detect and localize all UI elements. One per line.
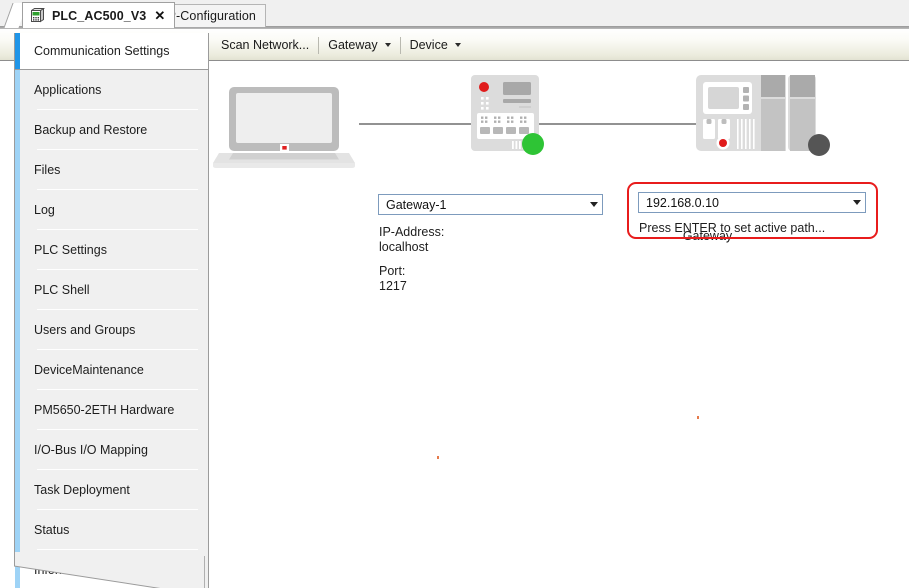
sidebar-item-accent <box>15 310 20 350</box>
sidebar-item-accent <box>15 150 20 190</box>
gateway-select[interactable]: Gateway-1 <box>378 194 603 215</box>
sidebar-item-accent <box>15 230 20 270</box>
gateway-menu-button[interactable]: Gateway <box>320 33 398 57</box>
plc-communication-settings-window: PLC_AC500_V3 ✕ IP-Configuration Scan Net… <box>0 0 909 588</box>
communication-settings-panel: Gateway Gateway-1 IP-Address: localhost … <box>209 61 909 588</box>
sidebar-item-plc-settings[interactable]: PLC Settings <box>15 230 208 270</box>
sidebar-item-label: Task Deployment <box>34 483 130 497</box>
tab-label: IP-Configuration <box>164 9 256 23</box>
sidebar-item-label: Log <box>34 203 55 217</box>
active-path-hint: Press ENTER to set active path... <box>639 221 826 235</box>
render-artifact <box>697 416 699 419</box>
device-status-indicator <box>808 134 830 156</box>
sidebar-content-divider-lower <box>204 556 205 588</box>
toolbar-label: Device <box>409 38 448 52</box>
device-menu-button[interactable]: Device <box>402 33 469 57</box>
port-label: Port: <box>379 264 406 278</box>
toolbar-separator <box>318 36 320 54</box>
sidebar-item-plc-shell[interactable]: PLC Shell <box>15 270 208 310</box>
sidebar-item-users-and-groups[interactable]: Users and Groups <box>15 310 208 350</box>
sidebar-item-accent <box>15 270 20 310</box>
sidebar-item-status[interactable]: Status <box>15 510 208 550</box>
sidebar-item-accent <box>15 33 20 69</box>
sidebar-item-label: Backup and Restore <box>34 123 148 137</box>
laptop-icon <box>213 87 355 168</box>
plc-controller-icon <box>696 75 830 156</box>
sidebar-item-label: Applications <box>34 83 102 97</box>
sidebar-item-label: Status <box>34 523 70 537</box>
port-value: 1217 <box>379 279 407 293</box>
toolbar-separator <box>399 36 401 54</box>
sidebar-item-label: DeviceMaintenance <box>34 363 144 377</box>
scan-network-button[interactable]: Scan Network... <box>213 33 317 57</box>
chevron-down-icon[interactable] <box>585 202 602 207</box>
sidebar-item-backup-and-restore[interactable]: Backup and Restore <box>15 110 208 150</box>
sidebar-item-label: PLC Settings <box>34 243 107 257</box>
gateway-port-info: Port: 1217 <box>379 264 407 294</box>
gateway-select-value: Gateway-1 <box>386 197 447 212</box>
sidebar-item-pm5650-2eth-hardware[interactable]: PM5650-2ETH Hardware <box>15 390 208 430</box>
editor-tab-strip: PLC_AC500_V3 ✕ IP-Configuration <box>0 0 909 28</box>
sidebar-item-label: Communication Settings <box>34 44 170 58</box>
gateway-status-indicator <box>522 133 544 155</box>
sidebar-item-accent <box>15 430 20 470</box>
chevron-down-icon <box>384 43 391 47</box>
tab-label: PLC_AC500_V3 <box>52 8 147 23</box>
plc-device-icon <box>29 7 46 23</box>
sidebar-item-files[interactable]: Files <box>15 150 208 190</box>
sidebar-item-label: Users and Groups <box>34 323 136 337</box>
sidebar-item-label: I/O-Bus I/O Mapping <box>34 443 148 457</box>
network-topology-diagram <box>209 61 909 186</box>
chevron-down-icon[interactable] <box>848 200 865 205</box>
sidebar-item-label: PLC Shell <box>34 283 90 297</box>
gateway-device-icon <box>471 75 544 155</box>
sidebar-item-i-o-bus-i-o-mapping[interactable]: I/O-Bus I/O Mapping <box>15 430 208 470</box>
sidebar-item-log[interactable]: Log <box>15 190 208 230</box>
sidebar-item-label: PM5650-2ETH Hardware <box>34 403 175 417</box>
gateway-ip-info: IP-Address: localhost <box>379 225 444 255</box>
sidebar-item-accent <box>15 510 20 550</box>
sidebar-bottom-fold <box>14 552 210 588</box>
sidebar-item-accent <box>15 70 20 110</box>
ip-address-label: IP-Address: <box>379 225 445 239</box>
toolbar-button-group: Scan Network... Gateway Device <box>213 29 469 61</box>
sidebar-item-devicemaintenance[interactable]: DeviceMaintenance <box>15 350 208 390</box>
device-address-value: 192.168.0.10 <box>646 195 719 210</box>
toolbar-label: Gateway <box>328 38 378 52</box>
toolbar-label: Scan Network... <box>221 38 310 52</box>
ip-address-value: localhost <box>379 240 429 254</box>
sidebar-item-label: Files <box>34 163 61 177</box>
sidebar-item-accent <box>15 190 20 230</box>
device-editor-sidebar: Communication Settings Applications Backup… <box>14 33 209 588</box>
sidebar-item-task-deployment[interactable]: Task Deployment <box>15 470 208 510</box>
sidebar-item-accent <box>15 390 20 430</box>
sidebar-item-accent <box>15 470 20 510</box>
sidebar-item-accent <box>15 350 20 390</box>
device-address-input[interactable]: 192.168.0.10 <box>638 192 866 213</box>
sidebar-item-communication-settings[interactable]: Communication Settings <box>15 33 208 70</box>
sidebar-item-applications[interactable]: Applications <box>15 70 208 110</box>
tab-plc-ac500-v3[interactable]: PLC_AC500_V3 ✕ <box>22 2 176 28</box>
close-icon[interactable]: ✕ <box>154 9 165 22</box>
sidebar-item-list: Communication Settings Applications Backup… <box>14 33 209 588</box>
render-artifact <box>437 456 439 459</box>
chevron-down-icon <box>454 43 461 47</box>
sidebar-item-accent <box>15 110 20 150</box>
